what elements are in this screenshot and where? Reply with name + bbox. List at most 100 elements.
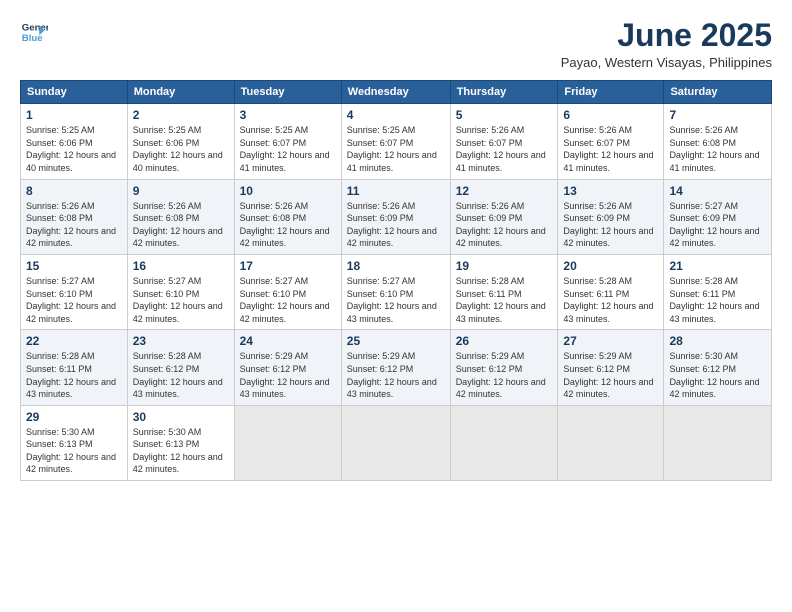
table-row: 10 Sunrise: 5:26 AMSunset: 6:08 PMDaylig… xyxy=(234,179,341,254)
day-detail: Sunrise: 5:29 AMSunset: 6:12 PMDaylight:… xyxy=(347,351,437,399)
day-number: 8 xyxy=(26,184,122,198)
day-number: 1 xyxy=(26,108,122,122)
day-detail: Sunrise: 5:29 AMSunset: 6:12 PMDaylight:… xyxy=(456,351,546,399)
table-row: 20 Sunrise: 5:28 AMSunset: 6:11 PMDaylig… xyxy=(558,254,664,329)
day-detail: Sunrise: 5:26 AMSunset: 6:08 PMDaylight:… xyxy=(26,201,116,249)
col-thursday: Thursday xyxy=(450,81,558,104)
day-number: 13 xyxy=(563,184,658,198)
table-row: 6 Sunrise: 5:26 AMSunset: 6:07 PMDayligh… xyxy=(558,104,664,179)
day-number: 3 xyxy=(240,108,336,122)
table-row: 11 Sunrise: 5:26 AMSunset: 6:09 PMDaylig… xyxy=(341,179,450,254)
day-detail: Sunrise: 5:25 AMSunset: 6:07 PMDaylight:… xyxy=(240,125,330,173)
day-detail: Sunrise: 5:26 AMSunset: 6:07 PMDaylight:… xyxy=(563,125,653,173)
table-row: 5 Sunrise: 5:26 AMSunset: 6:07 PMDayligh… xyxy=(450,104,558,179)
day-number: 4 xyxy=(347,108,445,122)
day-detail: Sunrise: 5:27 AMSunset: 6:09 PMDaylight:… xyxy=(669,201,759,249)
day-detail: Sunrise: 5:30 AMSunset: 6:13 PMDaylight:… xyxy=(133,427,223,475)
table-row: 24 Sunrise: 5:29 AMSunset: 6:12 PMDaylig… xyxy=(234,330,341,405)
col-friday: Friday xyxy=(558,81,664,104)
table-row xyxy=(450,405,558,480)
table-row: 7 Sunrise: 5:26 AMSunset: 6:08 PMDayligh… xyxy=(664,104,772,179)
day-detail: Sunrise: 5:27 AMSunset: 6:10 PMDaylight:… xyxy=(26,276,116,324)
day-number: 28 xyxy=(669,334,766,348)
table-row xyxy=(664,405,772,480)
day-detail: Sunrise: 5:28 AMSunset: 6:11 PMDaylight:… xyxy=(456,276,546,324)
table-row xyxy=(341,405,450,480)
table-row: 22 Sunrise: 5:28 AMSunset: 6:11 PMDaylig… xyxy=(21,330,128,405)
day-detail: Sunrise: 5:25 AMSunset: 6:06 PMDaylight:… xyxy=(133,125,223,173)
day-detail: Sunrise: 5:26 AMSunset: 6:09 PMDaylight:… xyxy=(347,201,437,249)
table-row: 29 Sunrise: 5:30 AMSunset: 6:13 PMDaylig… xyxy=(21,405,128,480)
day-number: 27 xyxy=(563,334,658,348)
day-detail: Sunrise: 5:30 AMSunset: 6:12 PMDaylight:… xyxy=(669,351,759,399)
logo-icon: General Blue xyxy=(20,18,48,46)
table-row: 2 Sunrise: 5:25 AMSunset: 6:06 PMDayligh… xyxy=(127,104,234,179)
day-detail: Sunrise: 5:28 AMSunset: 6:11 PMDaylight:… xyxy=(26,351,116,399)
day-number: 20 xyxy=(563,259,658,273)
table-row: 17 Sunrise: 5:27 AMSunset: 6:10 PMDaylig… xyxy=(234,254,341,329)
day-detail: Sunrise: 5:25 AMSunset: 6:07 PMDaylight:… xyxy=(347,125,437,173)
col-monday: Monday xyxy=(127,81,234,104)
calendar-row: 8 Sunrise: 5:26 AMSunset: 6:08 PMDayligh… xyxy=(21,179,772,254)
day-number: 21 xyxy=(669,259,766,273)
calendar-row: 22 Sunrise: 5:28 AMSunset: 6:11 PMDaylig… xyxy=(21,330,772,405)
day-number: 15 xyxy=(26,259,122,273)
svg-text:General: General xyxy=(22,22,48,33)
day-number: 5 xyxy=(456,108,553,122)
day-number: 14 xyxy=(669,184,766,198)
table-row: 3 Sunrise: 5:25 AMSunset: 6:07 PMDayligh… xyxy=(234,104,341,179)
day-number: 18 xyxy=(347,259,445,273)
title-block: June 2025 Payao, Western Visayas, Philip… xyxy=(561,18,772,70)
table-row: 18 Sunrise: 5:27 AMSunset: 6:10 PMDaylig… xyxy=(341,254,450,329)
calendar-row: 15 Sunrise: 5:27 AMSunset: 6:10 PMDaylig… xyxy=(21,254,772,329)
day-number: 10 xyxy=(240,184,336,198)
col-wednesday: Wednesday xyxy=(341,81,450,104)
day-number: 7 xyxy=(669,108,766,122)
table-row: 4 Sunrise: 5:25 AMSunset: 6:07 PMDayligh… xyxy=(341,104,450,179)
day-detail: Sunrise: 5:28 AMSunset: 6:11 PMDaylight:… xyxy=(669,276,759,324)
day-detail: Sunrise: 5:26 AMSunset: 6:09 PMDaylight:… xyxy=(456,201,546,249)
day-detail: Sunrise: 5:28 AMSunset: 6:12 PMDaylight:… xyxy=(133,351,223,399)
day-detail: Sunrise: 5:26 AMSunset: 6:08 PMDaylight:… xyxy=(240,201,330,249)
table-row xyxy=(234,405,341,480)
day-number: 19 xyxy=(456,259,553,273)
day-number: 22 xyxy=(26,334,122,348)
table-row xyxy=(558,405,664,480)
table-row: 27 Sunrise: 5:29 AMSunset: 6:12 PMDaylig… xyxy=(558,330,664,405)
day-detail: Sunrise: 5:29 AMSunset: 6:12 PMDaylight:… xyxy=(563,351,653,399)
calendar-header-row: Sunday Monday Tuesday Wednesday Thursday… xyxy=(21,81,772,104)
day-number: 26 xyxy=(456,334,553,348)
day-number: 17 xyxy=(240,259,336,273)
location: Payao, Western Visayas, Philippines xyxy=(561,55,772,70)
page-header: General Blue June 2025 Payao, Western Vi… xyxy=(20,18,772,70)
table-row: 16 Sunrise: 5:27 AMSunset: 6:10 PMDaylig… xyxy=(127,254,234,329)
day-detail: Sunrise: 5:27 AMSunset: 6:10 PMDaylight:… xyxy=(133,276,223,324)
calendar-table: Sunday Monday Tuesday Wednesday Thursday… xyxy=(20,80,772,481)
table-row: 13 Sunrise: 5:26 AMSunset: 6:09 PMDaylig… xyxy=(558,179,664,254)
table-row: 8 Sunrise: 5:26 AMSunset: 6:08 PMDayligh… xyxy=(21,179,128,254)
day-number: 23 xyxy=(133,334,229,348)
day-detail: Sunrise: 5:26 AMSunset: 6:07 PMDaylight:… xyxy=(456,125,546,173)
table-row: 15 Sunrise: 5:27 AMSunset: 6:10 PMDaylig… xyxy=(21,254,128,329)
day-detail: Sunrise: 5:26 AMSunset: 6:08 PMDaylight:… xyxy=(669,125,759,173)
day-detail: Sunrise: 5:25 AMSunset: 6:06 PMDaylight:… xyxy=(26,125,116,173)
table-row: 12 Sunrise: 5:26 AMSunset: 6:09 PMDaylig… xyxy=(450,179,558,254)
table-row: 23 Sunrise: 5:28 AMSunset: 6:12 PMDaylig… xyxy=(127,330,234,405)
day-number: 11 xyxy=(347,184,445,198)
day-number: 16 xyxy=(133,259,229,273)
day-number: 30 xyxy=(133,410,229,424)
day-detail: Sunrise: 5:30 AMSunset: 6:13 PMDaylight:… xyxy=(26,427,116,475)
day-detail: Sunrise: 5:26 AMSunset: 6:09 PMDaylight:… xyxy=(563,201,653,249)
day-detail: Sunrise: 5:29 AMSunset: 6:12 PMDaylight:… xyxy=(240,351,330,399)
table-row: 19 Sunrise: 5:28 AMSunset: 6:11 PMDaylig… xyxy=(450,254,558,329)
day-detail: Sunrise: 5:27 AMSunset: 6:10 PMDaylight:… xyxy=(347,276,437,324)
col-tuesday: Tuesday xyxy=(234,81,341,104)
table-row: 30 Sunrise: 5:30 AMSunset: 6:13 PMDaylig… xyxy=(127,405,234,480)
day-number: 24 xyxy=(240,334,336,348)
day-number: 6 xyxy=(563,108,658,122)
table-row: 25 Sunrise: 5:29 AMSunset: 6:12 PMDaylig… xyxy=(341,330,450,405)
day-detail: Sunrise: 5:26 AMSunset: 6:08 PMDaylight:… xyxy=(133,201,223,249)
day-number: 29 xyxy=(26,410,122,424)
table-row: 14 Sunrise: 5:27 AMSunset: 6:09 PMDaylig… xyxy=(664,179,772,254)
table-row: 21 Sunrise: 5:28 AMSunset: 6:11 PMDaylig… xyxy=(664,254,772,329)
